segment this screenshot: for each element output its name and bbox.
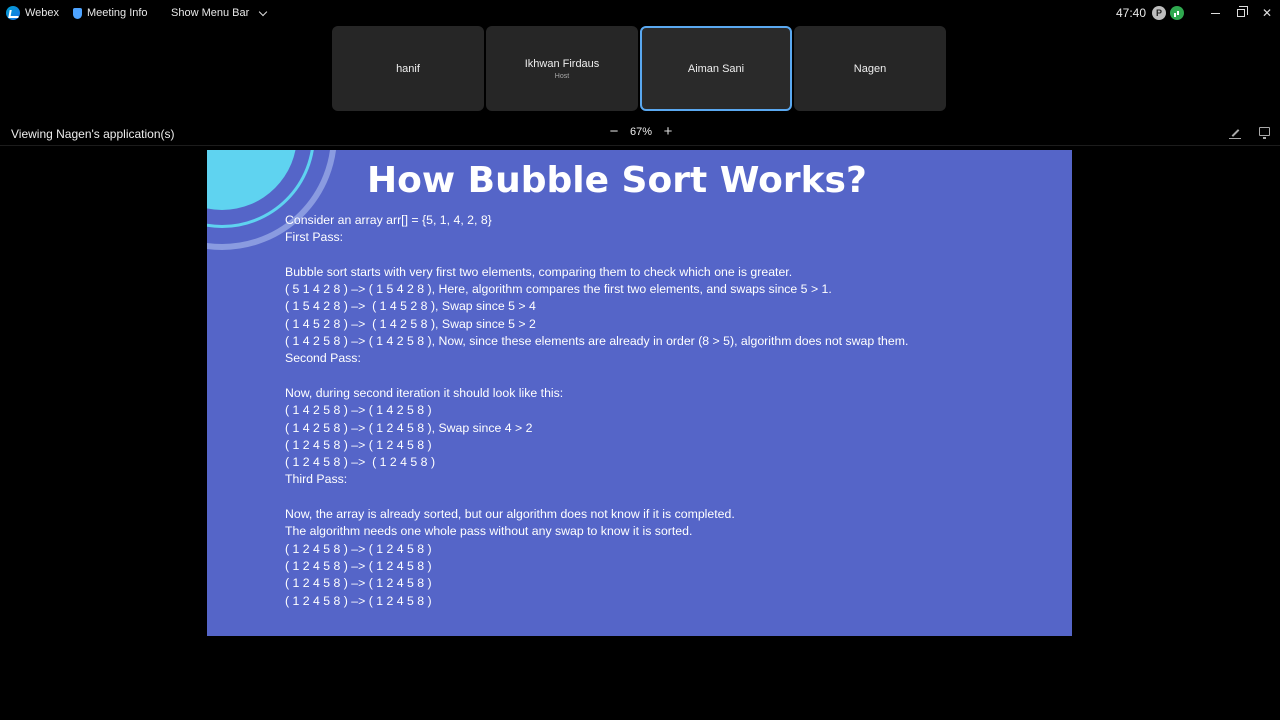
slide-text-line: ( 1 2 4 5 8 ) –> ( 1 2 4 5 8 ) (285, 437, 432, 452)
meeting-info-label: Meeting Info (87, 7, 148, 19)
recording-badge-icon[interactable]: P (1152, 6, 1166, 20)
meeting-info-button[interactable]: Meeting Info (73, 0, 148, 26)
slide-body: Consider an array arr[] = {5, 1, 4, 2, 8… (285, 212, 908, 610)
restore-icon (1237, 6, 1248, 17)
slide-text-line: ( 1 4 5 2 8 ) –> ( 1 4 2 5 8 ), Swap sin… (285, 316, 536, 331)
shared-slide: How Bubble Sort Works? Consider an array… (207, 150, 1072, 636)
slide-text-line: Third Pass: (285, 472, 348, 487)
slide-text-line: ( 1 4 2 5 8 ) –> ( 1 2 4 5 8 ), Swap sin… (285, 420, 533, 435)
close-icon: ✕ (1261, 6, 1273, 20)
viewing-label: Viewing Nagen's application(s) (11, 127, 175, 141)
slide-title: How Bubble Sort Works? (367, 160, 867, 201)
app-label: Webex (6, 0, 59, 26)
annotate-pen-icon[interactable] (1229, 127, 1241, 139)
slide-text-line: ( 1 4 2 5 8 ) –> ( 1 4 2 5 8 ) (285, 403, 432, 418)
participant-tile[interactable]: Ikhwan Firdaus Host (486, 26, 638, 111)
shield-icon (73, 7, 82, 19)
participant-tile-active[interactable]: Aiman Sani (640, 26, 792, 111)
zoom-in-button[interactable]: + (662, 124, 674, 139)
zoom-controls: − 67% + (608, 124, 674, 139)
slide-text-line: The algorithm needs one whole pass witho… (285, 524, 693, 539)
slide-text-line: ( 1 2 4 5 8 ) –> ( 1 2 4 5 8 ) (285, 541, 432, 556)
zoom-out-button[interactable]: − (608, 124, 620, 139)
restore-button[interactable] (1228, 0, 1254, 26)
network-health-icon[interactable] (1170, 6, 1184, 20)
slide-text-line (285, 368, 908, 385)
participant-name: Nagen (853, 62, 887, 75)
show-menu-bar-label: Show Menu Bar (171, 7, 250, 19)
webex-logo-icon (6, 6, 20, 20)
minimize-button[interactable] (1202, 0, 1228, 26)
participant-name: Aiman Sani (687, 62, 745, 75)
participant-tile[interactable]: hanif (332, 26, 484, 111)
slide-text-line: Now, during second iteration it should l… (285, 385, 564, 400)
slide-text-line (285, 247, 908, 264)
slide-text-line: ( 1 5 4 2 8 ) –> ( 1 4 5 2 8 ), Swap sin… (285, 299, 536, 314)
slide-text-line: Bubble sort starts with very first two e… (285, 264, 793, 279)
slide-text-line: ( 1 4 2 5 8 ) –> ( 1 4 2 5 8 ), Now, sin… (285, 334, 909, 349)
slide-text-line: Now, the array is already sorted, but ou… (285, 507, 735, 522)
participant-name: Ikhwan Firdaus (524, 57, 600, 70)
slide-text-line: ( 1 2 4 5 8 ) –> ( 1 2 4 5 8 ) (285, 455, 436, 470)
slide-text-line: ( 1 2 4 5 8 ) –> ( 1 2 4 5 8 ) (285, 593, 432, 608)
chevron-down-icon (259, 7, 268, 16)
app-name: Webex (25, 7, 60, 19)
title-bar: Webex Meeting Info Show Menu Bar 47:40 P… (0, 0, 1280, 26)
slide-text-line: Consider an array arr[] = {5, 1, 4, 2, 8… (285, 213, 492, 227)
close-button[interactable]: ✕ (1254, 0, 1280, 26)
zoom-level: 67% (630, 126, 653, 138)
participant-role: Host (554, 72, 570, 80)
meeting-timer: 47:40 (1115, 6, 1146, 20)
slide-text-line: ( 1 2 4 5 8 ) –> ( 1 2 4 5 8 ) (285, 558, 432, 573)
title-bar-right: 47:40 P ✕ (1116, 0, 1280, 26)
participant-strip: hanif Ikhwan Firdaus Host Aiman Sani Nag… (332, 26, 946, 111)
minimize-icon (1210, 12, 1220, 14)
share-tools (1229, 127, 1270, 139)
show-menu-bar-button[interactable]: Show Menu Bar (171, 0, 268, 26)
slide-text-line: ( 5 1 4 2 8 ) –> ( 1 5 4 2 8 ), Here, al… (285, 282, 832, 297)
slide-text-line (285, 489, 908, 506)
share-bar: Viewing Nagen's application(s) − 67% + (0, 122, 1280, 146)
participant-name: hanif (396, 62, 420, 75)
slide-text-line: First Pass: (285, 230, 344, 245)
slide-text-line: ( 1 2 4 5 8 ) –> ( 1 2 4 5 8 ) (285, 576, 432, 591)
participant-tile[interactable]: Nagen (794, 26, 946, 111)
slide-text-line: Second Pass: (285, 351, 361, 366)
remote-control-monitor-icon[interactable] (1259, 127, 1270, 139)
